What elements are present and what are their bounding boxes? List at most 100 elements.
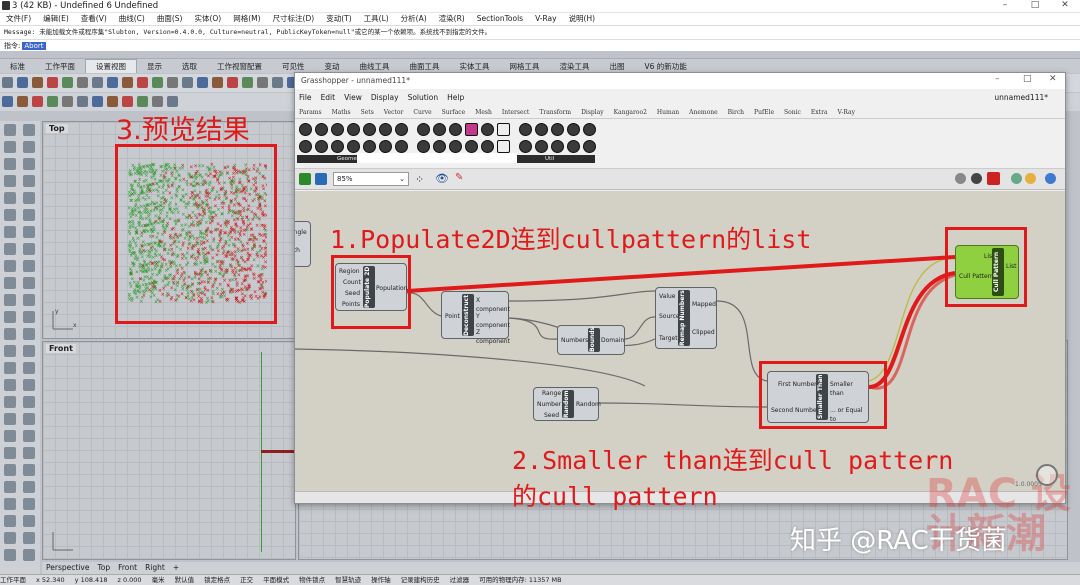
gh-param-icon[interactable] [379, 140, 392, 153]
gh-param-icon[interactable] [481, 140, 494, 153]
gh-param-icon[interactable] [519, 123, 532, 136]
gh-tab-12[interactable]: Anemone [689, 109, 717, 116]
left-tool-icon[interactable] [23, 430, 35, 442]
gh-tab-7[interactable]: Intersect [502, 109, 529, 116]
gh-param-icon[interactable] [299, 123, 312, 136]
gh-param-icon[interactable] [433, 123, 446, 136]
left-tool-icon[interactable] [23, 124, 35, 136]
gh-close-icon[interactable]: ✕ [1049, 74, 1057, 84]
gh-param-icon[interactable] [299, 140, 312, 153]
gh-param-icon[interactable] [535, 140, 548, 153]
toolbar-tool-icon[interactable] [137, 77, 148, 88]
deconstruct-component[interactable]: Point Deconstruct X component Y componen… [441, 291, 510, 345]
gh-menu-item-2[interactable]: View [344, 93, 362, 102]
gh-param-icon[interactable] [497, 140, 510, 153]
left-tool-icon[interactable] [4, 345, 16, 357]
sketch-icon[interactable]: ⁘ [415, 173, 424, 186]
preview-selected-icon[interactable] [987, 172, 1000, 185]
gh-tab-8[interactable]: Transform [539, 109, 571, 116]
gh-param-icon[interactable] [449, 123, 462, 136]
toolbar-tool-icon[interactable] [152, 77, 163, 88]
close-icon[interactable]: ✕ [1050, 0, 1080, 13]
left-tool-icon[interactable] [4, 243, 16, 255]
viewport-front-label[interactable]: Front [46, 344, 76, 353]
command-line[interactable]: 指令: Abort [0, 39, 1080, 51]
remap-numbers-component[interactable]: Value Source Target Remap Numbers Mapped… [655, 287, 717, 349]
gh-tab-4[interactable]: Curve [413, 109, 431, 116]
left-tool-icon[interactable] [4, 124, 16, 136]
gh-tab-17[interactable]: V-Ray [838, 109, 855, 116]
gh-param-icon[interactable] [481, 123, 494, 136]
decon-input-point[interactable]: Point [445, 312, 460, 321]
gh-param-icon[interactable] [551, 140, 564, 153]
status-item-0[interactable]: 工作平面 [0, 576, 26, 584]
rhino-tab-4[interactable]: 选取 [172, 60, 207, 74]
toolbar-tool-icon[interactable] [107, 77, 118, 88]
rhino-menu-item-7[interactable]: 尺寸标注(D) [267, 13, 321, 25]
left-tool-icon[interactable] [4, 464, 16, 476]
left-tool-icon[interactable] [4, 277, 16, 289]
toolbar-tool-icon[interactable] [197, 77, 208, 88]
gh-tab-6[interactable]: Mesh [475, 109, 492, 116]
remap-output-clipped[interactable]: Clipped [692, 328, 715, 337]
random-input-range[interactable]: Range [542, 389, 561, 398]
navigation-ball-icon[interactable] [1036, 464, 1058, 486]
rhino-menu-item-11[interactable]: 渲染(R) [433, 13, 471, 25]
left-tool-icon[interactable] [4, 379, 16, 391]
gh-menu-item-4[interactable]: Solution [408, 93, 439, 102]
left-tool-icon[interactable] [23, 396, 35, 408]
preview-shaded-icon[interactable] [971, 173, 982, 184]
gh-menu-item-1[interactable]: Edit [321, 93, 336, 102]
rhino-tab-0[interactable]: 标准 [0, 60, 35, 74]
save-file-icon[interactable] [315, 173, 327, 185]
viewport-top-label[interactable]: Top [46, 124, 68, 133]
toolbar-tool-icon[interactable] [92, 96, 103, 107]
left-tool-icon[interactable] [4, 362, 16, 374]
viewport-tab-0[interactable]: Perspective [46, 563, 89, 572]
left-tool-icon[interactable] [4, 141, 16, 153]
toolbar-tool-icon[interactable] [152, 96, 163, 107]
gh-param-icon[interactable] [497, 123, 510, 136]
random-input-seed[interactable]: Seed [544, 411, 559, 420]
gh-param-icon[interactable] [567, 123, 580, 136]
gh-tab-3[interactable]: Vector [384, 109, 404, 116]
left-tool-icon[interactable] [23, 345, 35, 357]
left-tool-icon[interactable] [4, 311, 16, 323]
left-tool-icon[interactable] [23, 209, 35, 221]
toolbar-tool-icon[interactable] [167, 96, 178, 107]
gh-param-icon[interactable] [465, 140, 478, 153]
rhino-menu-item-9[interactable]: 工具(L) [358, 13, 395, 25]
display-colors-icon[interactable] [1025, 173, 1036, 184]
gh-tab-11[interactable]: Human [657, 109, 679, 116]
left-tool-icon[interactable] [23, 532, 35, 544]
left-tool-icon[interactable] [23, 413, 35, 425]
toolbar-tool-icon[interactable] [32, 96, 43, 107]
gh-param-icon[interactable] [395, 140, 408, 153]
remap-output-mapped[interactable]: Mapped [692, 300, 716, 309]
left-tool-icon[interactable] [23, 379, 35, 391]
left-tool-icon[interactable] [4, 260, 16, 272]
left-tool-icon[interactable] [23, 277, 35, 289]
status-item-6[interactable]: 锁定格点 [204, 576, 230, 584]
left-tool-icon[interactable] [23, 447, 35, 459]
gh-param-icon[interactable] [347, 140, 360, 153]
gh-param-icon[interactable] [315, 123, 328, 136]
toolbar-tool-icon[interactable] [167, 77, 178, 88]
remap-input-value[interactable]: Value [659, 292, 675, 301]
toolbar-tool-icon[interactable] [242, 77, 253, 88]
toolbar-tool-icon[interactable] [17, 77, 28, 88]
toolbar-tool-icon[interactable] [122, 96, 133, 107]
paint-brush-icon[interactable]: ✎ [455, 172, 463, 183]
status-item-9[interactable]: 物件锁点 [299, 576, 325, 584]
gh-tab-0[interactable]: Params [299, 109, 322, 116]
status-item-8[interactable]: 平面模式 [263, 576, 289, 584]
gh-tab-15[interactable]: Sonic [784, 109, 801, 116]
rhino-tab-3[interactable]: 显示 [137, 60, 172, 74]
toolbar-tool-icon[interactable] [77, 77, 88, 88]
viewport-tab-1[interactable]: Top [97, 563, 110, 572]
rhino-tab-1[interactable]: 工作平面 [35, 60, 85, 74]
bounds-output[interactable]: Domain [601, 336, 624, 345]
preview-wireframe-icon[interactable] [955, 173, 966, 184]
toolbar-tool-icon[interactable] [47, 96, 58, 107]
left-tool-icon[interactable] [4, 209, 16, 221]
